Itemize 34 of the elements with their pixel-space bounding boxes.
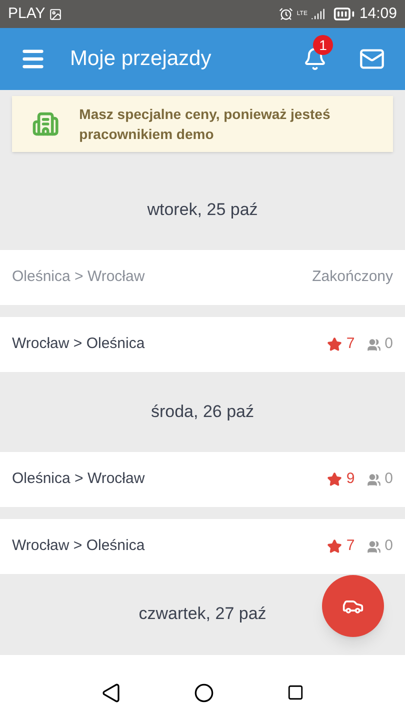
- signal-icon: [311, 7, 326, 21]
- star-icon: [327, 472, 342, 487]
- route-text: Wrocław > Oleśnica: [12, 334, 145, 354]
- passenger-count: 0: [384, 469, 393, 490]
- banner-text: Masz specjalne ceny, ponieważ jesteś pracownikiem demo: [79, 105, 332, 144]
- star-icon: [327, 539, 342, 554]
- home-icon[interactable]: [194, 682, 214, 702]
- route-text: Oleśnica > Wrocław: [12, 267, 145, 288]
- picture-icon: [49, 8, 62, 20]
- alarm-icon: [278, 7, 293, 21]
- ride-row[interactable]: Wrocław > Oleśnica 7 0: [0, 317, 405, 372]
- rating-value: 9: [346, 469, 355, 490]
- route-text: Oleśnica > Wrocław: [12, 469, 145, 490]
- clock-text: 14:09: [359, 4, 397, 24]
- star-icon: [327, 337, 342, 352]
- route-text: Wrocław > Oleśnica: [12, 536, 145, 556]
- rating-value: 7: [346, 536, 355, 556]
- people-icon: [366, 338, 381, 352]
- back-icon[interactable]: [100, 682, 121, 702]
- date-header: czwartek, 27 paź: [138, 603, 266, 626]
- app-title: Moje przejazdy: [70, 46, 212, 72]
- people-icon: [366, 472, 381, 486]
- date-header: środa, 26 paź: [150, 401, 254, 424]
- passenger-count: 0: [384, 536, 393, 556]
- ride-row[interactable]: Wrocław > Oleśnica 7 0: [0, 519, 405, 574]
- date-header: wtorek, 25 paź: [147, 199, 258, 222]
- carrier-text: PLAY: [8, 4, 46, 24]
- passenger-count: 0: [384, 334, 393, 354]
- recents-icon[interactable]: [287, 684, 304, 701]
- ride-row[interactable]: Oleśnica > Wrocław 9 0: [0, 452, 405, 507]
- status-text: Zakończony: [312, 267, 393, 288]
- notification-badge: 1: [313, 35, 333, 55]
- rating-value: 7: [346, 334, 355, 354]
- people-icon: [366, 540, 381, 554]
